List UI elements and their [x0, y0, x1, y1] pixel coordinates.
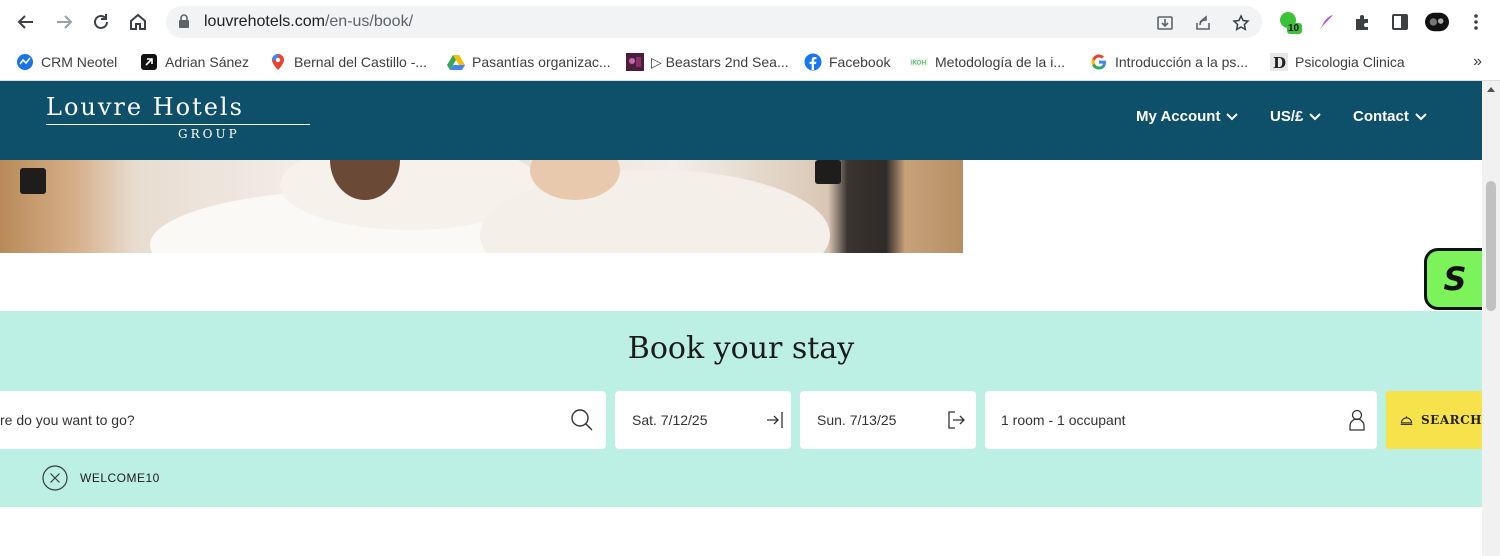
checkout-date: Sun. 7/13/25	[817, 412, 897, 428]
svg-text:IKOH: IKOH	[911, 60, 927, 67]
checkout-icon	[944, 408, 968, 432]
address-bar[interactable]: louvrehotels.com/en-us/book/	[166, 6, 1262, 38]
lock-icon	[178, 14, 190, 33]
chevron-down-icon	[1309, 112, 1322, 120]
floating-widget-button[interactable]: S	[1424, 248, 1482, 310]
bookmarks-overflow-button[interactable]: »	[1473, 53, 1482, 71]
extension-green-icon[interactable]: 10	[1278, 10, 1302, 34]
extension-badge: 10	[1288, 23, 1300, 34]
url-text: louvrehotels.com/en-us/book/	[204, 13, 413, 31]
bookmark-star-icon[interactable]	[1230, 12, 1252, 34]
svg-text:D: D	[1273, 54, 1286, 71]
bookmark-label: Psicologia Clinica	[1295, 54, 1405, 70]
page-viewport: Louvre Hotels GROUP My Account US/£ Cont…	[0, 81, 1482, 556]
back-arrow-icon	[17, 15, 33, 29]
bookmarks-bar: CRM Neotel Adrian Sánez Bernal del Casti…	[0, 44, 1500, 81]
menu-kebab-icon[interactable]	[1464, 10, 1488, 34]
nav-contact[interactable]: Contact	[1353, 108, 1427, 125]
home-button[interactable]	[124, 8, 152, 36]
checkin-date: Sat. 7/12/25	[632, 412, 708, 428]
site-header: Louvre Hotels GROUP My Account US/£ Cont…	[0, 81, 1482, 160]
crm-icon	[16, 53, 34, 71]
bookmark-label: Facebook	[829, 54, 891, 70]
nav-my-account[interactable]: My Account	[1136, 108, 1239, 125]
nav-label: US/£	[1270, 108, 1304, 125]
maps-pin-icon	[269, 53, 287, 71]
checkout-date-field[interactable]: Sun. 7/13/25	[800, 391, 976, 449]
bookmark-metodologia[interactable]: IKOH Metodología de la i...	[910, 50, 1065, 74]
puzzle-extensions-icon[interactable]	[1350, 10, 1374, 34]
reload-icon	[94, 14, 108, 29]
google-icon	[1090, 53, 1108, 71]
checkin-date-field[interactable]: Sat. 7/12/25	[615, 391, 791, 449]
logo-divider	[46, 124, 310, 125]
profile-avatar[interactable]	[1425, 10, 1449, 34]
d-icon: D	[1270, 53, 1288, 71]
install-app-icon[interactable]	[1154, 12, 1176, 34]
booking-panel: Book your stay re do you want to go? Sat…	[0, 311, 1482, 507]
bookmark-pasantias[interactable]: Pasantías organizac...	[447, 50, 611, 74]
destination-input[interactable]: re do you want to go?	[0, 391, 606, 449]
logo-sub-text: GROUP	[178, 127, 240, 141]
search-icon	[570, 408, 594, 432]
scroll-up-icon[interactable]	[1487, 87, 1495, 92]
back-button[interactable]	[12, 8, 40, 36]
bookmark-label: Introducción a la ps...	[1115, 54, 1249, 70]
home-icon	[130, 13, 146, 30]
app-icon	[140, 53, 158, 71]
logo-main-text[interactable]: Louvre Hotels	[46, 93, 244, 121]
nav-label: Contact	[1353, 108, 1409, 125]
quill-extension-icon[interactable]	[1314, 10, 1338, 34]
bookmark-label: Adrian Sánez	[165, 54, 250, 70]
bookmark-psicologia-clinica[interactable]: D Psicologia Clinica	[1270, 50, 1405, 74]
bookmark-beastars[interactable]: ▷ Beastars 2nd Sea...	[626, 50, 789, 74]
nav-currency[interactable]: US/£	[1270, 108, 1322, 125]
bookmark-introduccion[interactable]: Introducción a la ps...	[1090, 50, 1248, 74]
booking-title: Book your stay	[627, 331, 855, 366]
bookmark-label: Metodología de la i...	[935, 54, 1065, 70]
bookmark-crm-neotel[interactable]: CRM Neotel	[16, 50, 117, 74]
reload-button[interactable]	[87, 8, 115, 36]
search-button-label: SEARCH	[1421, 413, 1482, 427]
chevron-down-icon	[1415, 112, 1427, 120]
bookmark-label: Bernal del Castillo -...	[294, 54, 428, 70]
facebook-icon	[804, 53, 822, 71]
url-host: louvrehotels.com	[204, 13, 325, 30]
bookmark-label: CRM Neotel	[41, 54, 118, 70]
chevron-down-icon	[1226, 112, 1239, 120]
person-icon	[1345, 408, 1369, 432]
bookmark-bernal-del-castillo[interactable]: Bernal del Castillo -...	[269, 50, 427, 74]
page-scrollbar[interactable]	[1482, 81, 1500, 556]
browser-toolbar: louvrehotels.com/en-us/book/ 10	[0, 0, 1500, 44]
bookmark-label: Pasantías organizac...	[472, 54, 611, 70]
scroll-thumb[interactable]	[1486, 181, 1496, 311]
destination-placeholder: re do you want to go?	[0, 412, 135, 428]
occupancy-value: 1 room - 1 occupant	[1001, 412, 1126, 428]
checkin-icon	[763, 408, 787, 432]
remove-promo-icon[interactable]	[42, 465, 68, 491]
search-button[interactable]: SEARCH	[1386, 391, 1482, 449]
hero-image	[0, 160, 963, 253]
nav-label: My Account	[1136, 108, 1221, 125]
occupancy-field[interactable]: 1 room - 1 occupant	[985, 391, 1377, 449]
bookmark-facebook[interactable]: Facebook	[804, 50, 890, 74]
side-panel-icon[interactable]	[1388, 10, 1412, 34]
forward-button[interactable]	[50, 8, 78, 36]
site-icon: IKOH	[910, 53, 928, 71]
service-bell-icon	[1400, 416, 1413, 425]
promo-code-chip: WELCOME10	[42, 465, 160, 491]
bookmark-label: ▷ Beastars 2nd Sea...	[651, 53, 789, 70]
bookmark-adrian-sanez[interactable]: Adrian Sánez	[140, 50, 249, 74]
promo-code: WELCOME10	[80, 471, 160, 485]
video-thumb-icon	[626, 53, 644, 71]
forward-arrow-icon	[57, 15, 73, 29]
drive-icon	[447, 53, 465, 71]
share-icon[interactable]	[1192, 12, 1214, 34]
url-path: /en-us/book/	[324, 13, 414, 30]
